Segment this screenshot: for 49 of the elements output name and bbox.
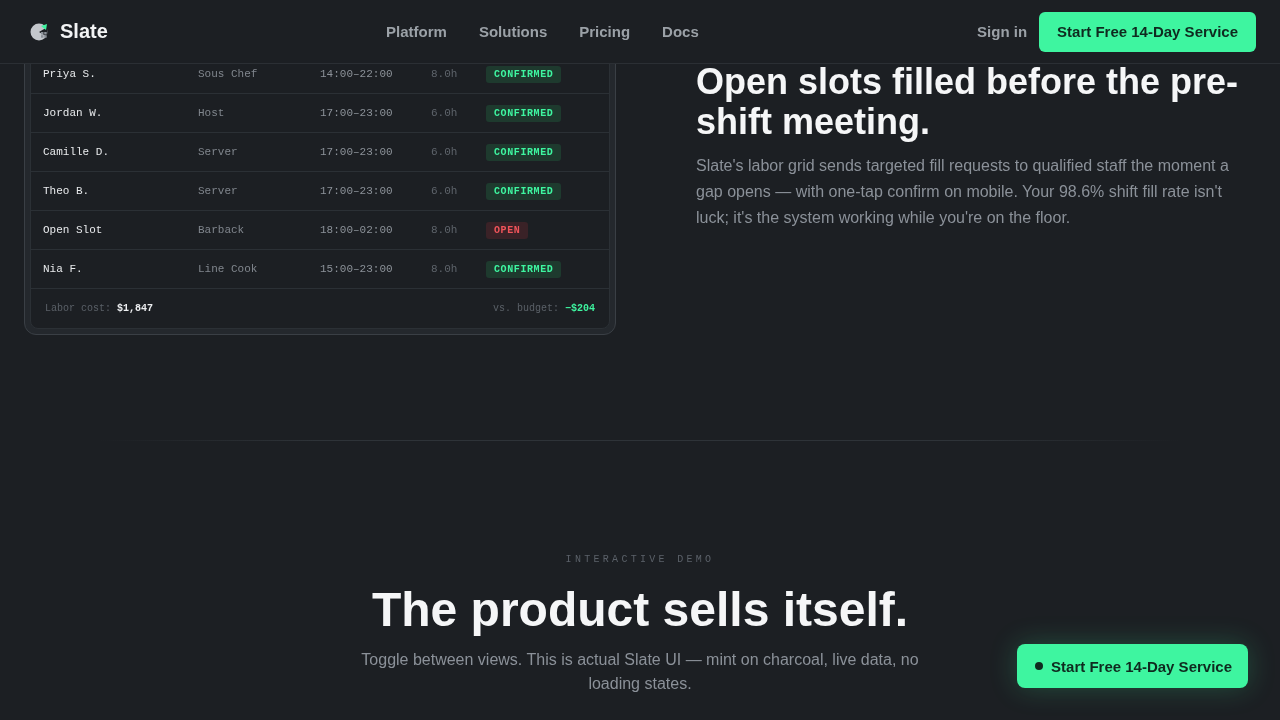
section-subtitle: Toggle between views. This is actual Slate UI — mint on charcoal, live data, no loading states. [360, 650, 920, 694]
status-badge: CONFIRMED [486, 143, 562, 161]
budget-variance: −$204 [565, 303, 595, 314]
status-badge: CONFIRMED [486, 104, 562, 122]
section-heading: The product sells itself. [371, 582, 909, 637]
brand-name[interactable]: Slate [60, 20, 108, 43]
shift-time: 14:00–22:00 [320, 68, 394, 80]
status-badge: CONFIRMED [486, 182, 562, 200]
shift-time: 17:00–23:00 [320, 185, 394, 197]
feature-heading: Open slots filled before the pre-shift meeting. [696, 62, 1240, 142]
shift-hours: 6.0h [431, 185, 459, 197]
employee-name: Jordan W. [43, 107, 104, 119]
eyebrow-label: INTERACTIVE DEMO [565, 553, 715, 567]
status-badge: CONFIRMED [486, 65, 562, 83]
labor-cost-label: Labor cost: [45, 303, 111, 314]
shift-hours: 8.0h [431, 263, 459, 275]
shift-time: 17:00–23:00 [320, 107, 394, 119]
role-text: Line Cook [198, 263, 259, 275]
feature-description: Slate's labor grid sends targeted fill requests to qualified staff the moment a gap opens — with one-tap confirm on mobile. Your 98.6% shift fill rate isn't luck; it's the system working while you're on the floor. [696, 156, 1230, 229]
shift-hours: 6.0h [431, 107, 459, 119]
status-badge: CONFIRMED [486, 260, 562, 278]
shift-time: 17:00–23:00 [320, 146, 394, 158]
budget-label: vs. budget: [492, 303, 559, 314]
shift-hours: 8.0h [431, 224, 459, 236]
role-text: Barback [198, 224, 246, 236]
nav-link[interactable]: Platform [386, 23, 447, 40]
employee-name: Priya S. [43, 68, 97, 80]
employee-name: Open Slot [43, 224, 104, 236]
shift-time: 15:00–23:00 [320, 263, 394, 275]
shift-time: 18:00–02:00 [320, 224, 394, 236]
logo-icon[interactable] [30, 22, 48, 41]
shift-hours: 6.0h [431, 146, 459, 158]
nav-link[interactable]: Docs [662, 23, 699, 40]
employee-name: Camille D. [43, 146, 110, 158]
role-text: Sous Chef [198, 68, 259, 80]
floating-cta-button[interactable]: Start Free 14-Day Service [1017, 644, 1248, 688]
status-badge: OPEN [486, 221, 529, 239]
dot-icon [1035, 662, 1044, 670]
employee-name: Theo B. [43, 185, 91, 197]
shift-hours: 8.0h [431, 68, 459, 80]
role-text: Host [198, 107, 226, 119]
labor-cost-value: $1,847 [117, 303, 154, 314]
employee-name: Nia F. [43, 263, 84, 275]
nav-link[interactable]: Pricing [579, 23, 631, 40]
role-text: Server [198, 146, 239, 158]
nav-link[interactable]: Solutions [478, 23, 548, 40]
start-trial-button[interactable]: Start Free 14-Day Service [1039, 11, 1256, 52]
role-text: Server [198, 185, 239, 197]
sign-in-link[interactable]: Sign in [977, 23, 1028, 40]
